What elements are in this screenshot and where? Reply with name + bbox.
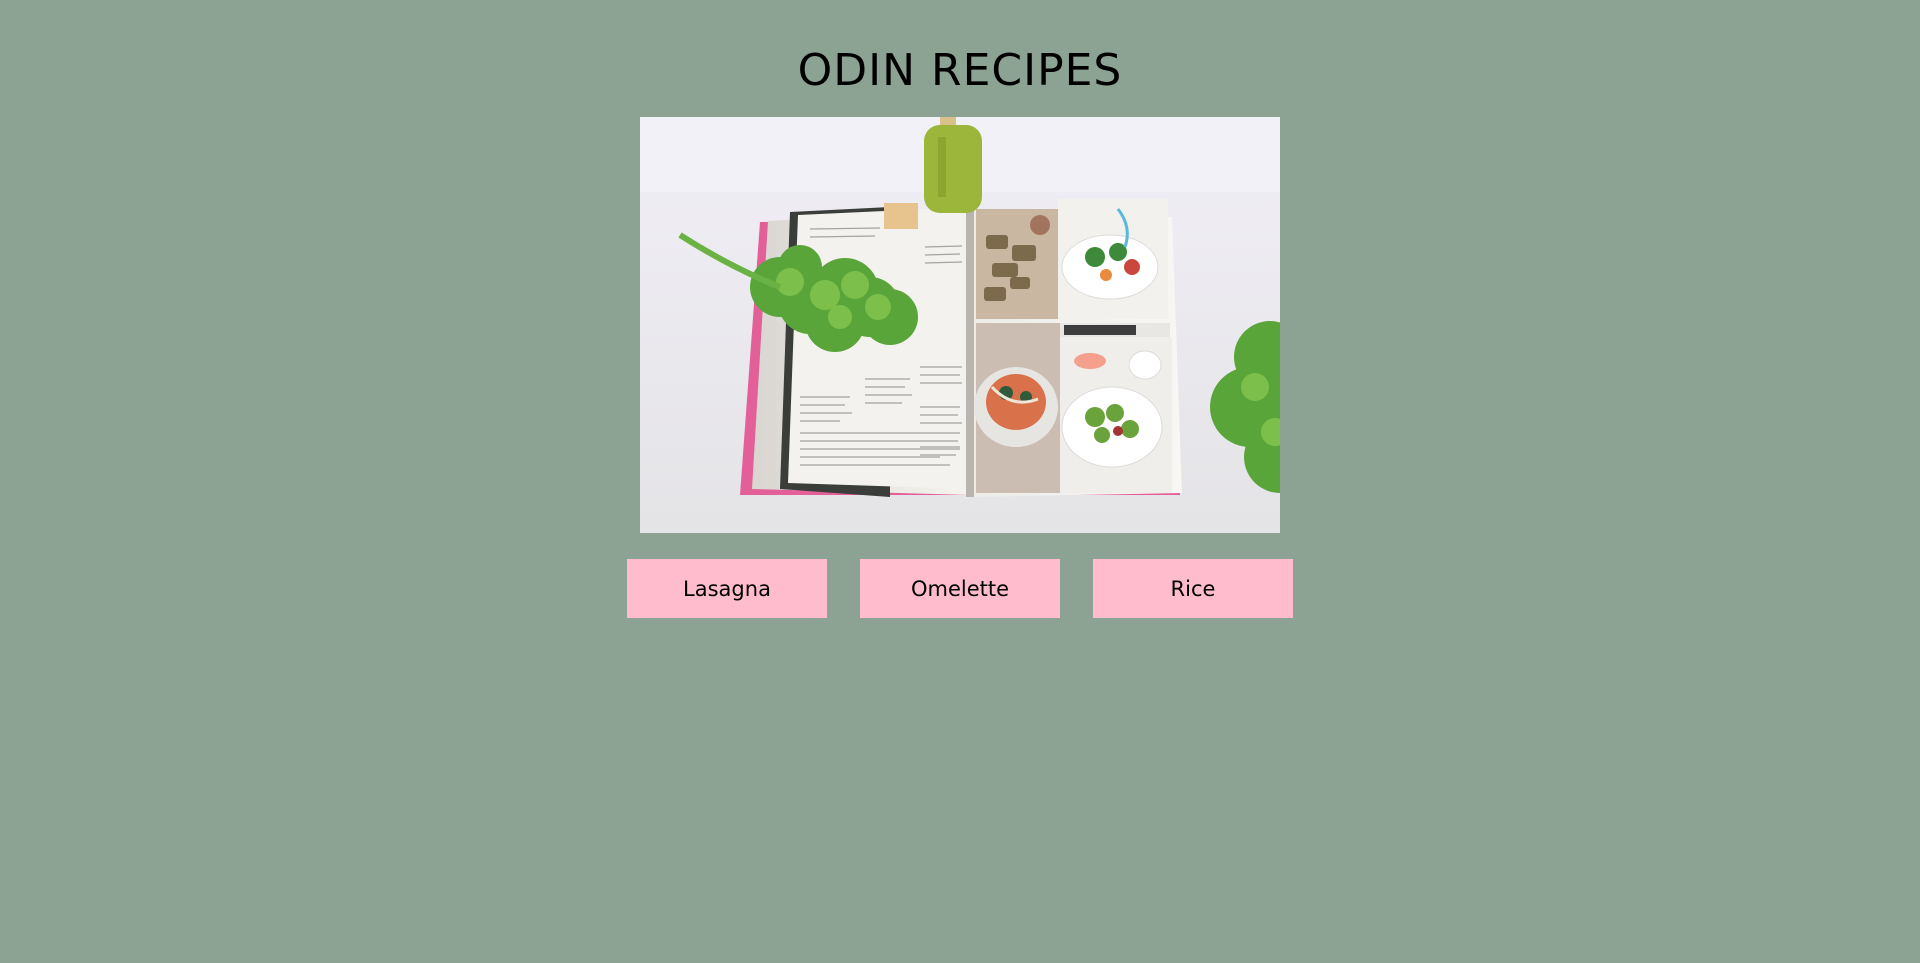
recipe-button-omelette[interactable]: Omelette <box>860 559 1060 618</box>
recipe-nav: Lasagna Omelette Rice <box>0 559 1920 618</box>
hero-image <box>640 117 1280 533</box>
page: ODIN RECIPES Lasagna Omelette Rice <box>0 0 1920 963</box>
page-title: ODIN RECIPES <box>797 45 1123 96</box>
recipe-button-lasagna[interactable]: Lasagna <box>627 559 827 618</box>
recipe-button-rice[interactable]: Rice <box>1093 559 1293 618</box>
cookbook-photo-icon <box>640 117 1280 533</box>
